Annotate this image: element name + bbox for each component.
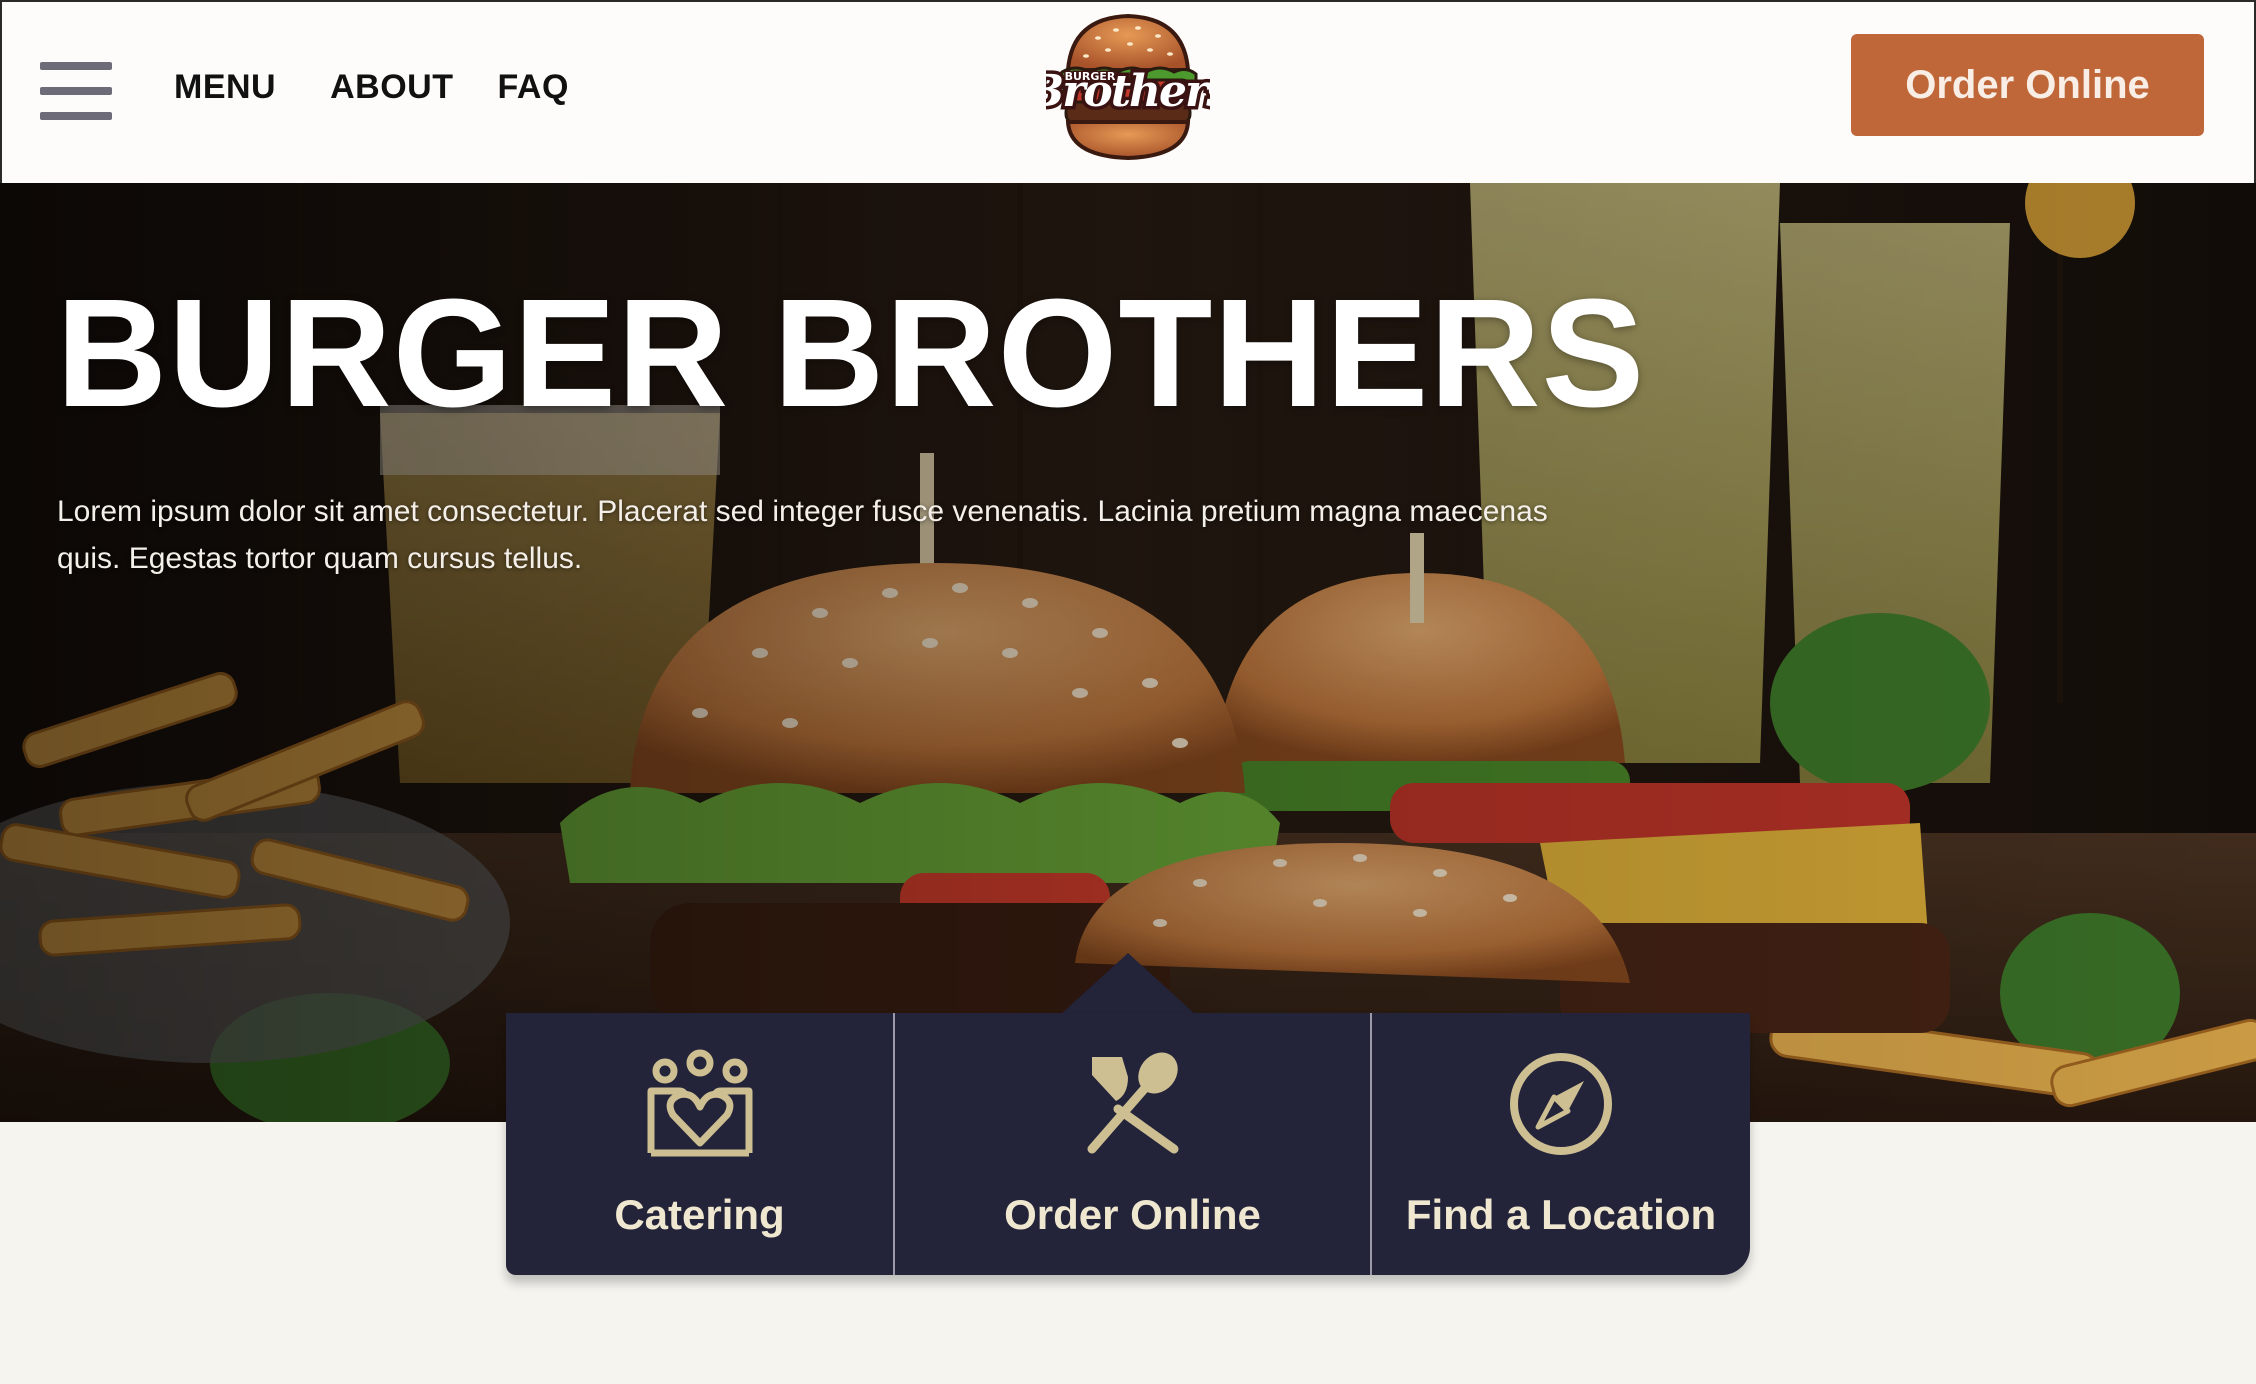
compass-icon (1510, 1053, 1612, 1155)
order-online-panel-label: Order Online (1004, 1191, 1261, 1238)
order-online-panel-button[interactable]: Order Online (893, 1013, 1370, 1275)
nav-link-about[interactable]: ABOUT (330, 62, 453, 112)
hero-description: Lorem ipsum dolor sit amet consectetur. … (57, 495, 1548, 575)
burger-brothers-logo[interactable]: Brothers BURGER (1046, 10, 1210, 166)
svg-text:BURGER: BURGER (1065, 70, 1116, 83)
catering-button[interactable]: Catering (506, 1013, 893, 1275)
main-nav: MENU ABOUT FAQ (174, 62, 569, 112)
site-header: MENU ABOUT FAQ rother BURGER Order Onlin… (0, 0, 2256, 183)
find-location-label: Find a Location (1405, 1191, 1717, 1238)
panel-pointer (1060, 953, 1196, 1015)
catering-label: Catering (614, 1191, 785, 1238)
find-location-button[interactable]: Find a Location (1370, 1013, 1750, 1275)
order-online-header-button[interactable]: Order Online (1851, 34, 2204, 136)
nav-link-menu[interactable]: MENU (174, 62, 276, 112)
nav-link-faq[interactable]: FAQ (498, 62, 569, 112)
catering-people-heart-icon (647, 1049, 752, 1157)
hamburger-menu-icon[interactable] (40, 62, 112, 120)
hero-title: BURGER BROTHERS (56, 267, 1646, 439)
quick-actions-panel: Catering Order Online Find a Location (506, 1013, 1750, 1275)
fork-spoon-icon (1087, 1052, 1178, 1154)
page: MENU ABOUT FAQ rother BURGER Order Onlin… (0, 0, 2256, 1384)
